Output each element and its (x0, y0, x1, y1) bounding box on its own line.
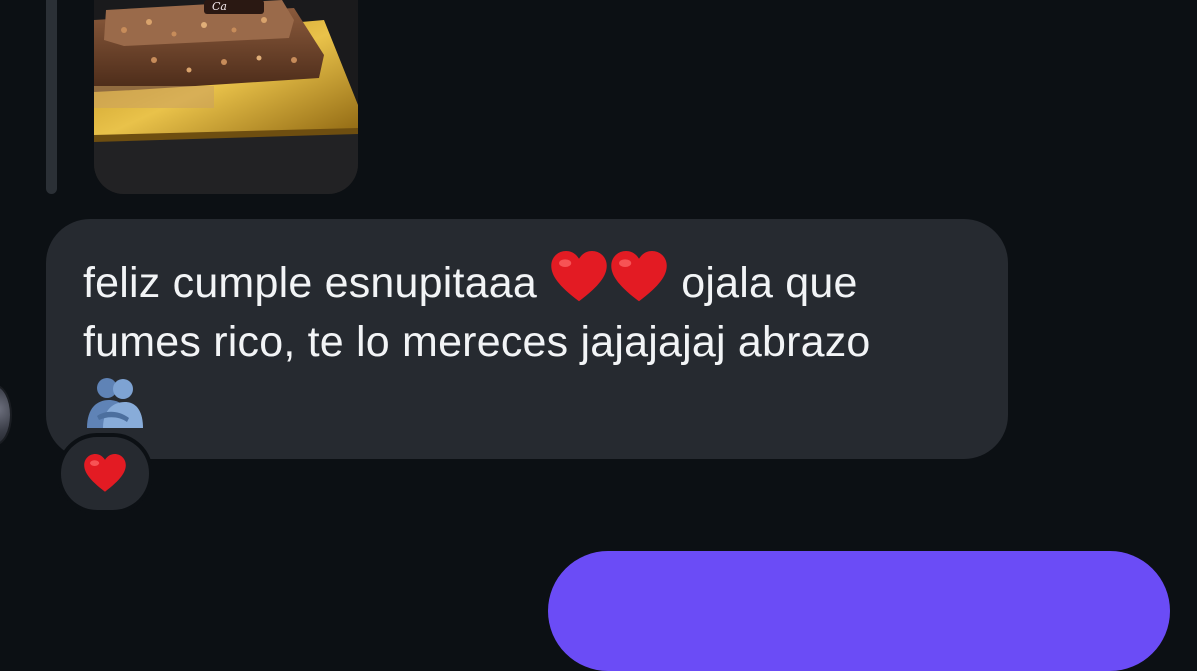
red-heart-icon (551, 251, 607, 302)
message-line-1: feliz cumple esnupitaaa ojala que (83, 251, 972, 313)
reply-indicator-bar (46, 0, 57, 194)
incoming-message-bubble[interactable]: feliz cumple esnupitaaa ojala que fumes … (46, 219, 1008, 459)
sender-avatar[interactable] (0, 386, 10, 444)
cake-text: Ca (212, 0, 227, 13)
people-hugging-icon (87, 378, 143, 428)
red-heart-icon (611, 251, 667, 302)
reaction-badge[interactable] (61, 437, 149, 510)
outgoing-message-bubble[interactable] (548, 551, 1170, 671)
message-text-part-1: feliz cumple esnupitaaa (83, 259, 537, 307)
message-text-part-2: ojala que (681, 259, 858, 307)
replied-photo[interactable]: Ca (94, 0, 358, 194)
cake-photo-icon: Ca (94, 0, 358, 194)
message-line-2: fumes rico, te lo mereces jajajajaj abra… (83, 318, 871, 366)
red-heart-icon (84, 454, 126, 492)
